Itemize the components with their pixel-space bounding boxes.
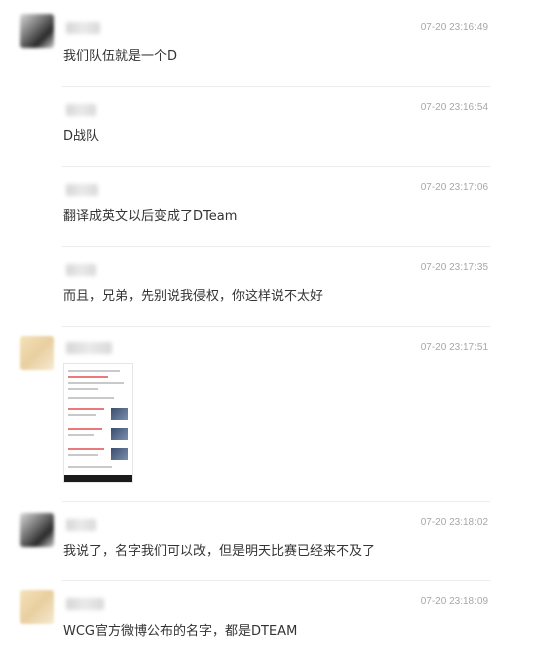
avatar[interactable] [20, 336, 54, 370]
message-divider [62, 166, 490, 167]
avatar[interactable] [20, 590, 54, 624]
message-timestamp: 07-20 23:17:51 [420, 342, 488, 353]
message-divider [62, 326, 490, 327]
message-timestamp: 07-20 23:18:02 [420, 517, 488, 528]
message-divider [62, 580, 490, 581]
message-text: WCG官方微博公布的名字，都是DTEAM [63, 624, 298, 639]
message-text: D战队 [63, 129, 100, 144]
sender-name-blurred [66, 598, 104, 610]
message-timestamp: 07-20 23:17:35 [420, 262, 488, 273]
screenshot-image[interactable] [63, 363, 133, 483]
sender-name-blurred [66, 22, 100, 34]
sender-name-blurred [66, 342, 112, 354]
sender-name-blurred [66, 519, 96, 531]
message-divider [62, 246, 490, 247]
message-divider [62, 501, 490, 502]
message-timestamp: 07-20 23:17:06 [420, 182, 488, 193]
message-timestamp: 07-20 23:16:49 [420, 22, 488, 33]
sender-name-blurred [66, 184, 98, 196]
avatar[interactable] [20, 513, 54, 547]
message-text: 翻译成英文以后变成了DTeam [63, 209, 238, 224]
message-text: 我们队伍就是一个D [63, 49, 178, 64]
sender-name-blurred [66, 264, 96, 276]
avatar[interactable] [20, 14, 54, 48]
message-divider [62, 86, 490, 87]
message-timestamp: 07-20 23:18:09 [420, 596, 488, 607]
message-timestamp: 07-20 23:16:54 [420, 102, 488, 113]
message-text: 而且，兄弟，先别说我侵权，你这样说不太好 [63, 289, 324, 304]
message-text: 我说了，名字我们可以改，但是明天比赛已经来不及了 [63, 544, 376, 559]
sender-name-blurred [66, 104, 96, 116]
